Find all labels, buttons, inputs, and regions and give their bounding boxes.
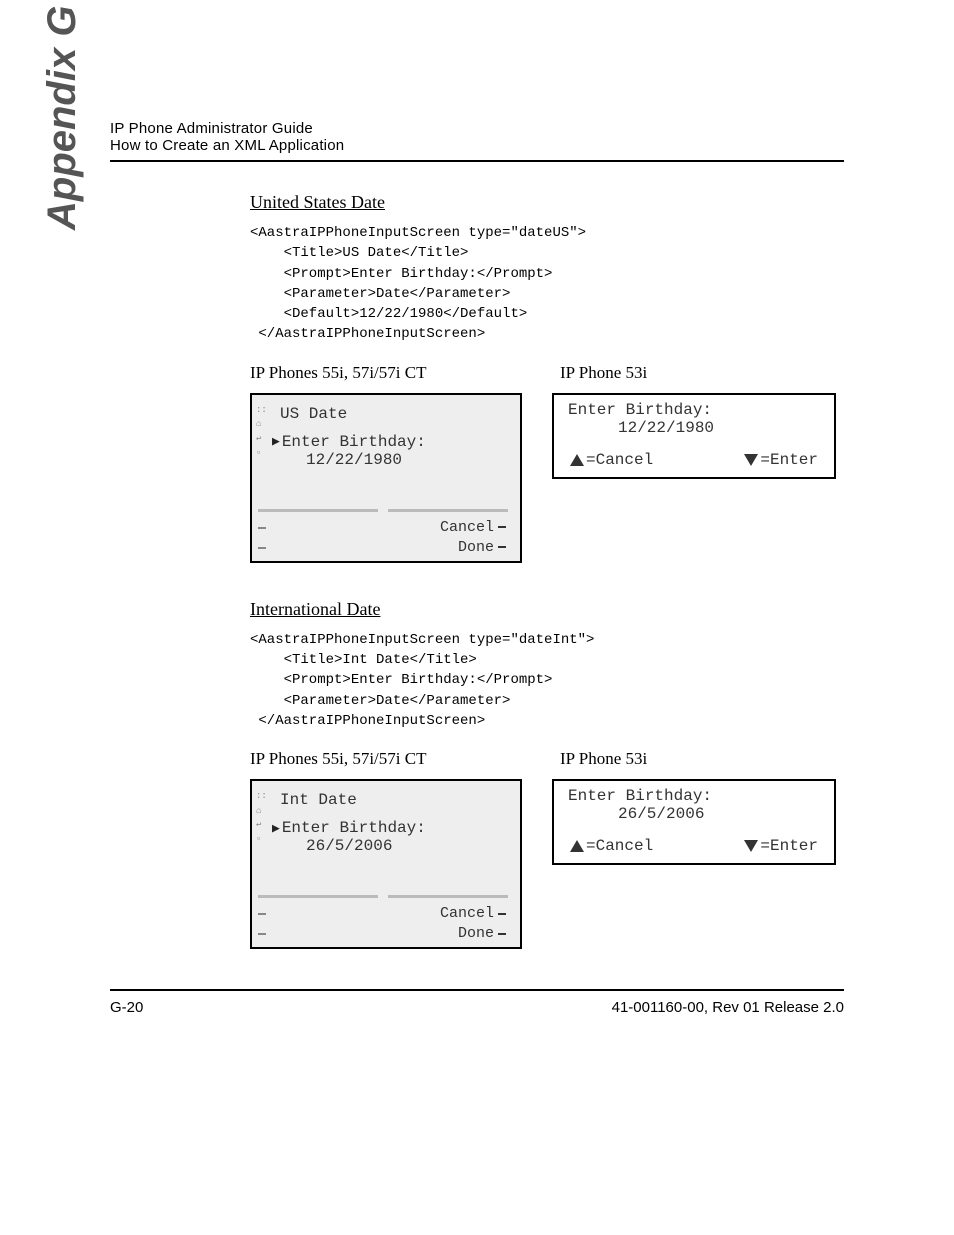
cancel-action[interactable]: =Cancel xyxy=(570,837,653,855)
section1-caption-left: IP Phones 55i, 57i/57i CT xyxy=(250,363,560,383)
footer-rule xyxy=(110,989,844,991)
header-line-2: How to Create an XML Application xyxy=(110,137,844,154)
section2-phone-large: ::⌂↩▫ Int Date ▶ Enter Birthday: 26/5/20… xyxy=(250,779,522,949)
section1-small-line1: Enter Birthday: xyxy=(568,401,824,419)
cancel-softkey[interactable]: Cancel xyxy=(440,905,506,922)
section2-small-line2: 26/5/2006 xyxy=(618,805,824,823)
done-softkey[interactable]: Done xyxy=(458,925,506,942)
section1-phone-large: ::⌂↩▫ US Date ▶ Enter Birthday: 12/22/19… xyxy=(250,393,522,563)
enter-action[interactable]: =Enter xyxy=(744,451,818,469)
done-softkey[interactable]: Done xyxy=(458,539,506,556)
section2-small-line1: Enter Birthday: xyxy=(568,787,824,805)
play-icon: ▶ xyxy=(272,821,280,836)
section1-large-prompt: Enter Birthday: xyxy=(282,433,426,451)
section2-large-value: 26/5/2006 xyxy=(306,837,512,855)
play-icon: ▶ xyxy=(272,434,280,449)
header-rule xyxy=(110,160,844,162)
section1-phone-small: Enter Birthday: 12/22/1980 =Cancel =Ente… xyxy=(552,393,836,479)
softkey-slot xyxy=(388,509,508,512)
softkey-dash xyxy=(258,933,266,935)
side-icons: ::⌂↩▫ xyxy=(256,789,267,847)
section2-large-title: Int Date xyxy=(280,791,512,809)
section2-caption-right: IP Phone 53i xyxy=(560,749,647,769)
section2-large-prompt: Enter Birthday: xyxy=(282,819,426,837)
appendix-label: Appendix G xyxy=(40,6,85,230)
softkey-slot xyxy=(388,895,508,898)
softkey-dash xyxy=(258,913,266,915)
section2-heading: International Date xyxy=(250,599,844,620)
section1-code: <AastraIPPhoneInputScreen type="dateUS">… xyxy=(250,223,844,345)
doc-id: 41-001160-00, Rev 01 Release 2.0 xyxy=(612,999,844,1016)
section2-caption-left: IP Phones 55i, 57i/57i CT xyxy=(250,749,560,769)
softkey-dash xyxy=(258,527,266,529)
down-triangle-icon xyxy=(744,840,758,852)
cancel-action[interactable]: =Cancel xyxy=(570,451,653,469)
up-triangle-icon xyxy=(570,454,584,466)
cancel-softkey[interactable]: Cancel xyxy=(440,519,506,536)
page-number: G-20 xyxy=(110,999,143,1016)
section2-code: <AastraIPPhoneInputScreen type="dateInt"… xyxy=(250,630,844,731)
side-icons: ::⌂↩▫ xyxy=(256,403,267,461)
softkey-slot xyxy=(258,509,378,512)
enter-action[interactable]: =Enter xyxy=(744,837,818,855)
softkey-dash xyxy=(258,547,266,549)
section1-large-value: 12/22/1980 xyxy=(306,451,512,469)
section1-caption-right: IP Phone 53i xyxy=(560,363,647,383)
section1-heading: United States Date xyxy=(250,192,844,213)
up-triangle-icon xyxy=(570,840,584,852)
section2-phone-small: Enter Birthday: 26/5/2006 =Cancel =Enter xyxy=(552,779,836,865)
down-triangle-icon xyxy=(744,454,758,466)
header-line-1: IP Phone Administrator Guide xyxy=(110,120,844,137)
softkey-slot xyxy=(258,895,378,898)
section1-large-title: US Date xyxy=(280,405,512,423)
section1-small-line2: 12/22/1980 xyxy=(618,419,824,437)
